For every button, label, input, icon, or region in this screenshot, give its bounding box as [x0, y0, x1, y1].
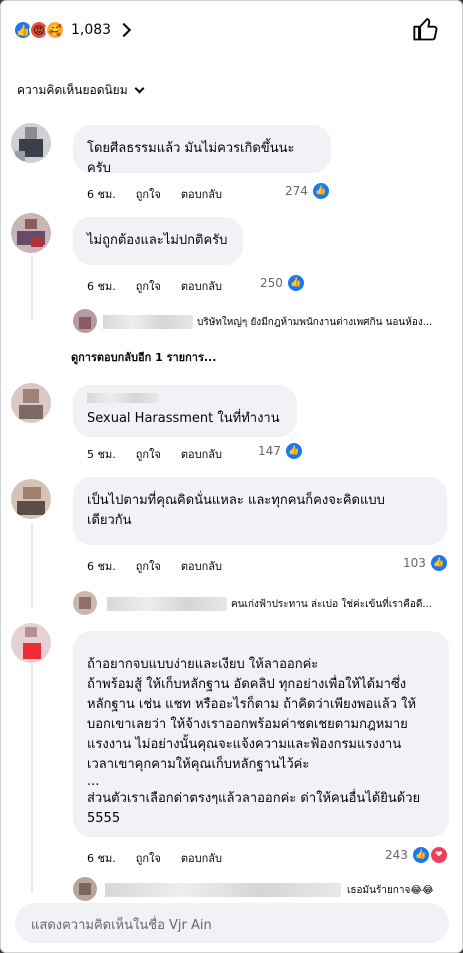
- comment-time: 5 ชม.: [87, 448, 116, 461]
- comment-text: Sexual Harassment ในที่ทำงาน: [87, 411, 280, 426]
- comments-panel: 👍 😡 🥰 1,083 ความคิดเห็นยอดนิยม โดยศีลธรร…: [0, 0, 463, 953]
- avatar[interactable]: [73, 309, 97, 333]
- like-count: 250: [260, 276, 283, 290]
- like-count: 243: [385, 848, 408, 862]
- sort-dropdown[interactable]: ความคิดเห็นยอดนิยม: [17, 81, 145, 100]
- view-more-replies[interactable]: ดูการตอบกลับอีก 1 รายการ...: [71, 348, 216, 366]
- like-count: 103: [403, 556, 426, 570]
- comment-like-count[interactable]: 250 👍: [260, 274, 305, 292]
- comment-time: 6 ชม.: [87, 188, 116, 201]
- comment-bubble: Sexual Harassment ในที่ทำงาน: [73, 385, 297, 437]
- comment-bubble: โดยศีลธรรมแล้ว มันไม่ควรเกิดขึ้นนะครับ: [73, 125, 331, 176]
- comment-meta: 5 ชม. ถูกใจ ตอบกลับ: [87, 445, 222, 463]
- comment-bubble: เป็นไปตามที่คุณคิดนั่นแหละ และทุกคนก็คงจ…: [73, 477, 447, 545]
- comment-meta: 6 ชม. ถูกใจ ตอบกลับ: [87, 557, 222, 575]
- comment-time: 6 ชม.: [87, 560, 116, 573]
- like-icon: 👍: [411, 846, 430, 864]
- reaction-count: 1,083: [71, 22, 112, 38]
- avatar[interactable]: [73, 591, 97, 615]
- comment-input[interactable]: แสดงความคิดเห็นในชื่อ Vjr Ain: [15, 903, 449, 943]
- comment-text: เวลาเขาคุกคามให้คุณเก็บหลักฐานไว้ค่ะ: [87, 757, 310, 772]
- avatar[interactable]: [11, 383, 51, 423]
- comment-meta: 6 ชม. ถูกใจ ตอบกลับ: [87, 185, 222, 203]
- comment-text: เป็นไปตามที่คุณคิดนั่นแหละ และทุกคนก็คงจ…: [87, 493, 385, 508]
- comment-like-count[interactable]: 274 👍: [285, 182, 330, 200]
- thumbs-up-icon[interactable]: [412, 15, 440, 43]
- comment-text: หลักฐาน เช่น แชท หรืออะไรก็ตาม ถ้าคิดว่า…: [87, 697, 417, 712]
- comment-bubble: ถ้าอยากจบแบบง่ายและเงียบ ให้ลาออกค่ะ ถ้า…: [73, 631, 449, 837]
- avatar[interactable]: [11, 623, 51, 663]
- reply-link[interactable]: ตอบกลับ: [181, 185, 222, 203]
- like-link[interactable]: ถูกใจ: [136, 277, 161, 295]
- like-link[interactable]: ถูกใจ: [136, 557, 161, 575]
- comment-text: ...: [87, 774, 100, 789]
- blurred-name: [105, 883, 341, 897]
- like-icon: 👍: [286, 274, 305, 292]
- comment-text: ส่วนตัวเราเลือกด่าตรงๆแล้วลาออกค่ะ ด่าให…: [87, 791, 421, 806]
- comment-text: ไม่ถูกต้องและไม่ปกติครับ: [87, 233, 228, 248]
- comment-like-count[interactable]: 147 👍: [258, 442, 303, 460]
- like-link[interactable]: ถูกใจ: [136, 445, 161, 463]
- reply-link[interactable]: ตอบกลับ: [181, 445, 222, 463]
- like-icon: 👍: [429, 554, 448, 572]
- avatar[interactable]: [11, 123, 51, 163]
- care-icon: 🥰: [45, 20, 65, 40]
- comment-time: 6 ชม.: [87, 280, 116, 293]
- like-icon: 👍: [284, 442, 303, 460]
- chevron-right-icon[interactable]: [117, 22, 132, 38]
- comment-text: ถ้าอยากจบแบบง่ายและเงียบ ให้ลาออกค่ะ: [87, 657, 319, 672]
- chevron-down-icon: [134, 83, 145, 94]
- avatar[interactable]: [11, 213, 51, 253]
- comment-bubble: ไม่ถูกต้องและไม่ปกติครับ: [73, 217, 243, 265]
- love-icon: ❤: [429, 846, 448, 864]
- like-link[interactable]: ถูกใจ: [136, 185, 161, 203]
- thread-line: [31, 523, 33, 607]
- comment-meta: 6 ชม. ถูกใจ ตอบกลับ: [87, 849, 222, 867]
- comment-text: เดียวกัน: [87, 513, 132, 528]
- reply-link[interactable]: ตอบกลับ: [181, 277, 222, 295]
- comment-meta: 6 ชม. ถูกใจ ตอบกลับ: [87, 277, 222, 295]
- reply-preview[interactable]: คนเก่งฟ้าประทาน ล่ะเบ่อ ใช่ค่ะเข้นที่เรา…: [231, 597, 453, 612]
- comment-time: 6 ชม.: [87, 852, 116, 865]
- blurred-name: [103, 315, 193, 329]
- like-count: 147: [258, 444, 281, 458]
- reply-preview[interactable]: เธอมันร้ายกาจ😂😂: [347, 883, 453, 898]
- comment-like-count[interactable]: 243 👍 ❤: [385, 846, 448, 864]
- like-count: 274: [285, 184, 308, 198]
- comment-text: แรงงาน ไม่อย่างนั้นคุณจะแจ้งความและฟ้องก…: [87, 737, 402, 752]
- reply-preview[interactable]: บริษัทใหญ่ๆ ยังมีกฎห้ามพนักงานต่างเพศกิน…: [197, 315, 453, 330]
- like-icon: 👍: [311, 182, 330, 200]
- comment-text: บอกเขาเลยว่า ให้จ้างเราออกพร้อมค่าชดเชยต…: [87, 717, 408, 732]
- sort-label: ความคิดเห็นยอดนิยม: [17, 83, 128, 97]
- comment-text: โดยศีลธรรมแล้ว มันไม่ควรเกิดขึ้นนะครับ: [87, 141, 295, 176]
- blurred-name: [107, 597, 227, 611]
- like-link[interactable]: ถูกใจ: [136, 849, 161, 867]
- reply-link[interactable]: ตอบกลับ: [181, 849, 222, 867]
- avatar[interactable]: [73, 877, 97, 901]
- thread-line: [31, 663, 33, 893]
- comment-like-count[interactable]: 103 👍: [403, 554, 448, 572]
- avatar[interactable]: [11, 479, 51, 519]
- reaction-summary[interactable]: 👍 😡 🥰 1,083: [13, 15, 132, 45]
- thread-line: [31, 257, 33, 321]
- comment-text: 5555: [87, 811, 121, 826]
- reply-link[interactable]: ตอบกลับ: [181, 557, 222, 575]
- comment-text: ถ้าพร้อมสู้ ให้เก็บหลักฐาน อัดคลิป ทุกอย…: [87, 677, 407, 692]
- blurred-name: [87, 393, 159, 403]
